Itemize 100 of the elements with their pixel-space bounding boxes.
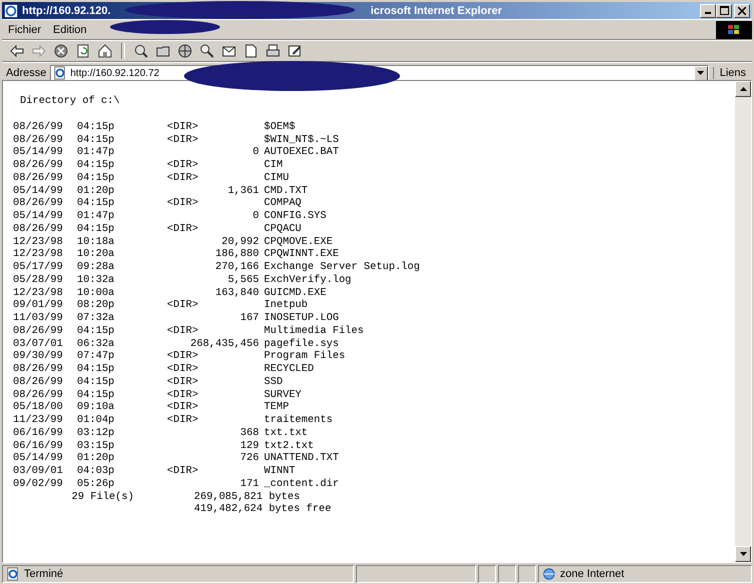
file-date: 12/23/98: [13, 248, 64, 261]
file-name: $OEM$: [264, 120, 296, 134]
dir-tag: <DIR>: [167, 134, 198, 146]
globe-icon: [542, 567, 556, 581]
file-date: 03/07/01: [13, 338, 64, 350]
file-time: 10:32a: [77, 274, 116, 286]
file-date: 08/26/99: [13, 197, 64, 210]
directory-heading: Directory of c:\: [20, 95, 121, 108]
file-count: 29 File(s): [70, 490, 134, 504]
file-date: 08/26/99: [13, 363, 64, 376]
file-time: 09:10a: [77, 401, 116, 414]
file-name: CPQWINNT.EXE: [264, 248, 340, 261]
file-size: 163,840: [215, 286, 260, 300]
file-size: 726: [240, 452, 260, 465]
maximize-icon: [720, 6, 728, 15]
links-button[interactable]: Liens: [712, 67, 752, 79]
file-name: CMD.TXT: [264, 184, 309, 198]
close-button[interactable]: [734, 4, 750, 18]
file-date: 09/01/99: [13, 299, 64, 312]
file-size: 5,565: [228, 274, 260, 286]
file-name: Inetpub: [264, 299, 309, 312]
file-date: 08/26/99: [13, 388, 64, 402]
dir-tag: <DIR>: [167, 376, 198, 388]
file-date: 08/26/99: [13, 172, 64, 184]
file-time: 04:03p: [77, 465, 116, 478]
home-icon[interactable]: [96, 42, 114, 60]
file-size: 167: [240, 312, 260, 325]
maximize-button[interactable]: [716, 4, 732, 18]
file-size: 0: [252, 146, 260, 159]
file-name: UNATTEND.TXT: [264, 452, 340, 465]
file-name: TEMP: [264, 401, 290, 414]
file-size: 186,880: [215, 248, 260, 261]
file-name: _content.dir: [264, 478, 340, 490]
file-date: 05/14/99: [13, 146, 64, 159]
dir-tag: <DIR>: [167, 401, 198, 414]
up-arrow-icon: [740, 87, 746, 91]
file-size: 368: [240, 426, 260, 440]
file-name: COMPAQ: [264, 197, 302, 210]
file-name: WINNT: [264, 465, 296, 478]
file-time: 07:47p: [77, 350, 116, 363]
file-time: 01:20p: [77, 452, 116, 465]
file-time: 04:15p: [77, 197, 116, 210]
stop-icon[interactable]: [52, 42, 70, 60]
minimize-icon: [705, 12, 711, 14]
magnifier-icon[interactable]: [198, 42, 216, 60]
file-name: INOSETUP.LOG: [264, 312, 340, 325]
minimize-button[interactable]: [700, 4, 716, 18]
file-time: 04:15p: [77, 376, 116, 388]
file-date: 11/23/99: [13, 414, 64, 427]
status-pane: [478, 565, 496, 583]
file-date: 05/18/00: [13, 401, 64, 414]
file-date: 06/16/99: [13, 426, 64, 440]
dir-tag: <DIR>: [167, 324, 198, 338]
file-time: 01:04p: [77, 414, 116, 427]
file-date: 12/23/98: [13, 236, 64, 248]
file-date: 05/14/99: [13, 184, 64, 198]
file-name: pagefile.sys: [264, 338, 340, 350]
file-time: 08:20p: [77, 299, 116, 312]
file-date: 08/26/99: [13, 134, 64, 146]
file-date: 08/26/99: [13, 222, 64, 236]
file-name: RECYCLED: [264, 363, 315, 376]
back-icon[interactable]: [8, 42, 26, 60]
file-name: ExchVerify.log: [264, 274, 352, 286]
windows-logo-icon: [716, 20, 752, 38]
file-time: 01:20p: [77, 184, 116, 198]
file-time: 01:47p: [77, 210, 116, 223]
dir-tag: <DIR>: [167, 197, 198, 210]
scrollbar[interactable]: [735, 81, 751, 562]
down-arrow-icon: [740, 552, 746, 556]
file-date: 08/26/99: [13, 159, 64, 172]
dir-tag: <DIR>: [167, 388, 198, 402]
status-pane: [498, 565, 516, 583]
file-time: 04:15p: [77, 222, 116, 236]
menu-item[interactable]: Edition: [47, 22, 93, 36]
window-title: http://160.92.120.: [22, 4, 111, 16]
file-name: AUTOEXEC.BAT: [264, 146, 340, 159]
file-size: 171: [240, 478, 260, 490]
dropdown-button[interactable]: [694, 66, 708, 80]
file-size: 0: [252, 210, 260, 223]
file-date: 08/26/99: [13, 120, 64, 134]
dir-tag: <DIR>: [167, 159, 198, 172]
free-bytes: 419,482,624 bytes free: [194, 503, 332, 516]
file-time: 03:15p: [77, 440, 116, 452]
file-time: 10:20a: [77, 248, 116, 261]
file-date: 05/17/99: [13, 261, 64, 274]
menu-item[interactable]: Fichier: [2, 22, 48, 36]
file-time: 10:18a: [77, 236, 116, 248]
dir-tag: <DIR>: [167, 172, 198, 184]
dir-tag: <DIR>: [167, 222, 198, 236]
globe-icon[interactable]: [176, 42, 194, 60]
file-time: 04:15p: [77, 324, 116, 338]
file-time: 10:00a: [77, 286, 116, 300]
file-name: Multimedia Files: [264, 324, 365, 338]
file-name: txt2.txt: [264, 440, 315, 452]
scroll-up-button[interactable]: [735, 81, 751, 97]
caret-icon: [697, 71, 704, 75]
file-size: 270,166: [215, 261, 260, 274]
dir-tag: <DIR>: [167, 120, 198, 134]
search-icon[interactable]: [132, 42, 150, 60]
scroll-down-button[interactable]: [735, 546, 751, 562]
